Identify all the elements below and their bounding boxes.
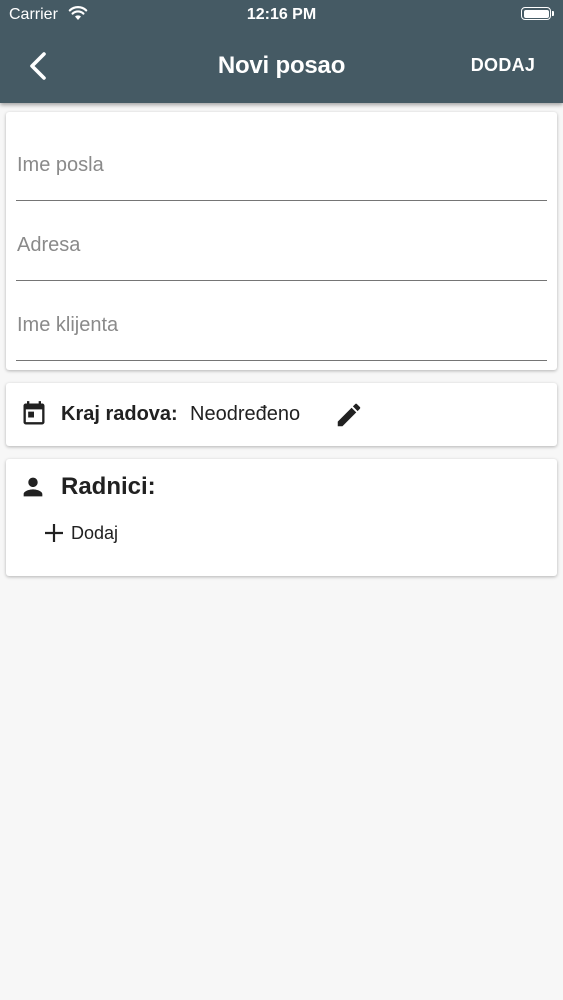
add-job-button[interactable]: DODAJ: [463, 55, 543, 76]
status-time: 12:16 PM: [246, 6, 317, 23]
workers-title: Radnici:: [61, 473, 156, 500]
client-name-input[interactable]: [17, 314, 537, 337]
pencil-icon[interactable]: [334, 400, 364, 430]
status-bar: Carrier 12:16 PM: [0, 0, 563, 30]
job-form-card: [6, 112, 557, 370]
battery-icon: [521, 7, 554, 20]
job-name-input[interactable]: [17, 154, 537, 177]
app-header: Carrier 12:16 PM Novi posao DODAJ: [0, 0, 563, 103]
client-name-field: [16, 280, 547, 361]
end-date-value: Neodređeno: [190, 403, 301, 425]
calendar-icon: [23, 401, 45, 425]
person-icon: [23, 477, 43, 497]
add-worker-button[interactable]: Dodaj: [42, 520, 118, 546]
plus-icon: [45, 524, 63, 542]
end-date-label: Kraj radova:: [61, 403, 178, 425]
address-field: [16, 200, 547, 281]
workers-card: Radnici: Dodaj: [6, 459, 557, 576]
add-worker-label: Dodaj: [71, 522, 119, 543]
address-input[interactable]: [17, 234, 537, 257]
end-date-card: Kraj radova: Neodređeno: [6, 383, 557, 446]
job-name-field: [16, 120, 547, 201]
